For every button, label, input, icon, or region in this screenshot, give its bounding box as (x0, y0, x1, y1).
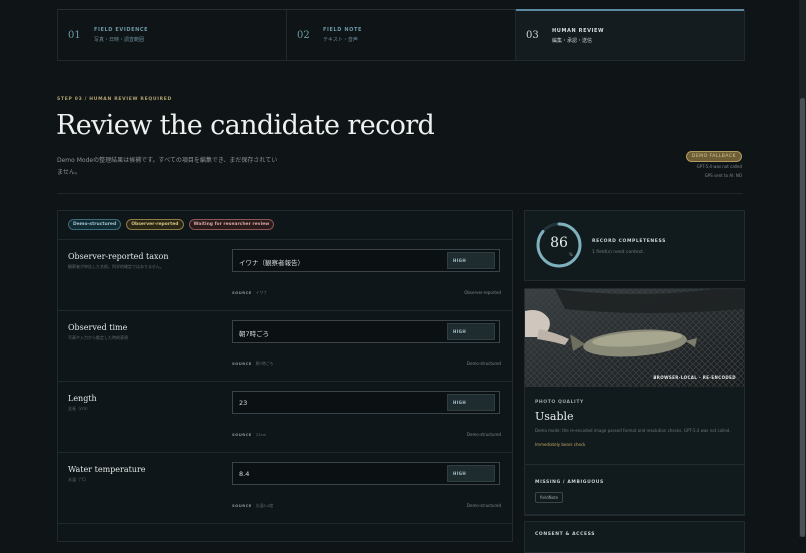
field-label: Observed time (68, 323, 128, 332)
field-origin: Demo-structured (466, 361, 501, 366)
stepper: 01 FIELD EVIDENCE 写真・日時・調査範囲 02 FIELD NO… (57, 9, 745, 61)
source-value: 水温8.4度 (255, 503, 274, 508)
confidence-value: HIGH (453, 400, 467, 405)
step-eyebrow: STEP 03 / HUMAN REVIEW REQUIRED (57, 97, 172, 102)
input-value: イワナ（観察者報告） (239, 259, 304, 267)
confidence-select[interactable]: HIGH (447, 394, 495, 411)
step-field-note[interactable]: 02 FIELD NOTE テキスト・音声 (287, 10, 516, 60)
page-description: Demo Modeの整理結果は候補です。すべての項目を編集でき、まだ保存されてい… (57, 157, 278, 176)
field-origin: Demo-structured (466, 432, 501, 437)
candidate-record-form: Demo-structured Observer-reported Waitin… (57, 210, 513, 542)
step-subtitle: 写真・日時・調査範囲 (94, 37, 145, 43)
photo-quality-label: PHOTO QUALITY (535, 400, 584, 405)
photo-quality-value: Usable (535, 410, 574, 423)
input-value: 朝7時ごろ (239, 330, 270, 338)
confidence-select[interactable]: HIGH (447, 323, 495, 340)
step-number: 03 (526, 30, 539, 41)
field-origin: Observer-reported (464, 290, 501, 295)
step-human-review[interactable]: 03 HUMAN REVIEW 編集・承認・送信 (516, 9, 744, 60)
confidence-value: HIGH (453, 329, 467, 334)
source-key: SOURCE (232, 503, 252, 508)
field-taxon: Observer-reported taxon 観察者が申告した名前。科学的確定… (58, 239, 512, 310)
field-length: Length 全長（cm） 23 HIGH SOURCE 23cm Demo-st… (58, 381, 512, 452)
source-key: SOURCE (232, 361, 252, 366)
demo-fallback-badge: DEMO FALLBACK (685, 151, 742, 162)
completeness-unit: % (569, 252, 573, 257)
missing-label: MISSING / AMBIGUOUS (535, 480, 604, 485)
field-hint: 全長（cm） (68, 406, 91, 411)
completeness-value: 86 (550, 235, 568, 251)
photo-quality-link[interactable]: Immediately bears check (535, 442, 585, 447)
field-hint: 水温（°C） (68, 477, 89, 482)
completeness-label: RECORD COMPLETENESS (592, 239, 666, 244)
missing-ambiguous-card: MISSING / AMBIGUOUS fieldNote (524, 464, 745, 515)
divider (57, 193, 743, 194)
photo-tag: BROWSER-LOCAL · RE-ENCODED (653, 375, 736, 380)
input-value: 23 (239, 399, 248, 407)
source-value: イワナ (255, 290, 268, 295)
source-value: 23cm (255, 432, 267, 437)
page-title: Review the candidate record (56, 110, 435, 141)
chip-waiting-review: Waiting for researcher review (188, 219, 275, 230)
source-key: SOURCE (232, 290, 252, 295)
field-source: SOURCE 水温8.4度 (232, 503, 273, 509)
photo-quality-description: Demo mode: the re-encoded image passed f… (535, 428, 731, 433)
source-key: SOURCE (232, 432, 252, 437)
step-title: FIELD EVIDENCE (94, 27, 149, 33)
completeness-note: 1 field(s) need context. (592, 250, 645, 255)
field-label: Length (68, 394, 97, 403)
record-completeness-card: 86 % RECORD COMPLETENESS 1 field(s) need… (524, 210, 745, 281)
scrollbar[interactable] (799, 0, 806, 537)
scrollbar-thumb[interactable] (800, 98, 805, 537)
chip-observer-reported: Observer-reported (126, 219, 184, 230)
step-title: HUMAN REVIEW (552, 27, 605, 34)
confidence-value: HIGH (453, 471, 467, 476)
chip-demo-structured: Demo-structured (68, 219, 122, 230)
step-subtitle: 編集・承認・送信 (552, 37, 593, 44)
consent-label: CONSENT & ACCESS (535, 532, 596, 537)
field-next-partial (58, 523, 512, 544)
step-field-evidence[interactable]: 01 FIELD EVIDENCE 写真・日時・調査範囲 (58, 10, 287, 60)
step-number: 01 (68, 29, 81, 41)
confidence-select[interactable]: HIGH (447, 252, 495, 269)
step-subtitle: テキスト・音声 (323, 37, 358, 43)
step-number: 02 (297, 29, 310, 41)
water-temperature-input[interactable]: 8.4 HIGH (232, 462, 500, 485)
gps-status-note: GPS sent to AI: NO (704, 173, 742, 178)
confidence-select[interactable]: HIGH (447, 465, 495, 482)
field-label: Water temperature (68, 465, 146, 474)
model-status-note: GPT-5.4 was not called (696, 164, 742, 169)
field-source: SOURCE 23cm (232, 432, 266, 437)
field-source: SOURCE イワナ (232, 290, 267, 296)
step-title: FIELD NOTE (323, 27, 363, 33)
status-chips: Demo-structured Observer-reported Waitin… (68, 219, 275, 230)
field-origin: Demo-structured (466, 503, 501, 508)
length-input[interactable]: 23 HIGH (232, 391, 500, 414)
confidence-value: HIGH (453, 258, 467, 263)
fish-photo (525, 289, 744, 387)
source-value: 朝7時ごろ (255, 361, 274, 366)
field-hint: 観察者が申告した名前。科学的確定ではありません。 (68, 264, 164, 269)
input-value: 8.4 (239, 470, 250, 478)
field-hint: 写真や入力から推定した時刻表現 (68, 335, 128, 340)
field-label: Observer-reported taxon (68, 252, 169, 261)
observed-time-input[interactable]: 朝7時ごろ HIGH (232, 320, 500, 343)
field-observed-time: Observed time 写真や入力から推定した時刻表現 朝7時ごろ HIGH… (58, 310, 512, 381)
field-water-temperature: Water temperature 水温（°C） 8.4 HIGH SOURCE… (58, 452, 512, 523)
field-source: SOURCE 朝7時ごろ (232, 361, 273, 367)
consent-access-card: CONSENT & ACCESS (524, 521, 745, 553)
taxon-input[interactable]: イワナ（観察者報告） HIGH (232, 249, 500, 272)
missing-field-chip[interactable]: fieldNote (535, 492, 564, 503)
